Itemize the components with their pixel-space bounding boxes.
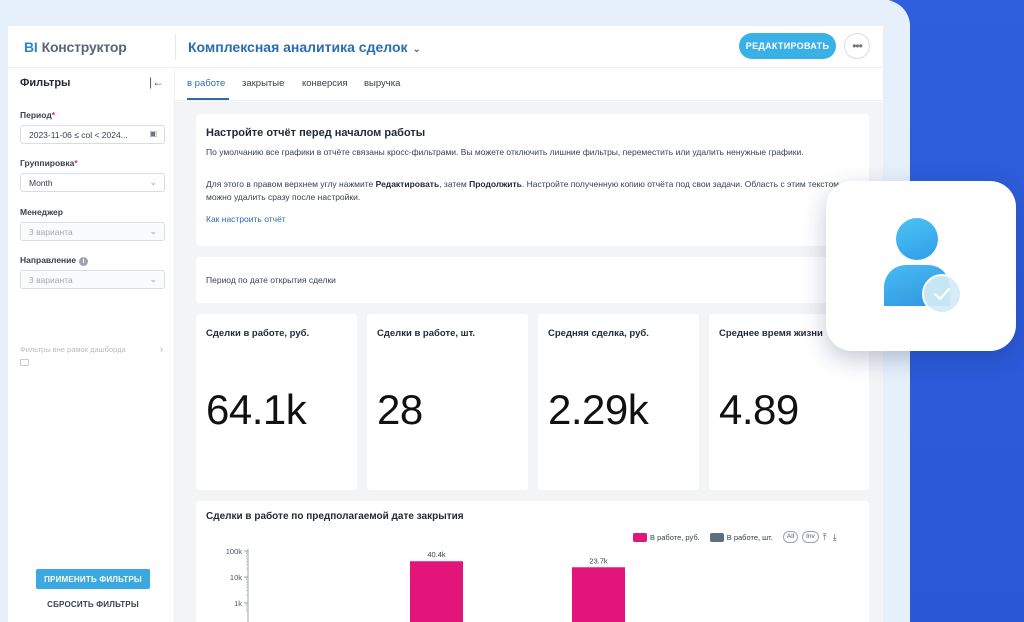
chevron-down-icon: ⌄ xyxy=(149,226,157,236)
direction-label-text: Направление xyxy=(20,255,77,265)
bar-data-label: 40.4k xyxy=(427,550,446,559)
dashboard-area: Настройте отчёт перед началом работы По … xyxy=(175,102,883,622)
logo-text: Конструктор xyxy=(41,39,127,55)
active-tab-indicator xyxy=(187,98,229,100)
kpi-value: 64.1k xyxy=(206,386,307,433)
intro-paragraph-2: Для этого в правом верхнем углу нажмите … xyxy=(206,178,856,204)
user-verified-icon xyxy=(896,218,938,260)
kpi-card: Сделки в работе, руб. 64.1k xyxy=(196,314,357,490)
tab-conversion[interactable]: конверсия xyxy=(302,78,348,89)
filters-sidebar: Фильтры |← Период* 2023-11-06 ≤ col < 20… xyxy=(8,69,175,622)
period-field[interactable]: 2023-11-06 ≤ col < 2024... ▣ xyxy=(20,125,165,144)
check-mark xyxy=(933,287,951,301)
collapse-left-icon[interactable]: |← xyxy=(149,75,164,89)
period-card-text: Период по дате открытия сделки xyxy=(206,275,336,285)
kpi-card: Средняя сделка, руб. 2.29k xyxy=(538,314,699,490)
period-label: Период* xyxy=(20,110,55,120)
chart-title: Сделки в работе по предполагаемой дате з… xyxy=(206,511,464,522)
y-tick-label: 10k xyxy=(230,573,242,582)
bar-data-label: 23.7k xyxy=(589,556,608,565)
tab-in-progress[interactable]: в работе xyxy=(187,78,225,89)
out-of-scope-label: Фильтры вне рамок дашборда xyxy=(20,345,126,354)
intro-bold-continue: Продолжить xyxy=(469,179,522,189)
manager-placeholder: 3 варианта xyxy=(29,227,73,237)
chevron-down-icon: ⌄ xyxy=(149,177,157,187)
chevron-down-icon: ⌄ xyxy=(412,44,421,55)
kpi-title: Сделки в работе, шт. xyxy=(377,328,476,339)
header-divider xyxy=(175,34,176,60)
filters-title: Фильтры xyxy=(20,77,71,89)
intro-title: Настройте отчёт перед началом работы xyxy=(206,127,426,139)
direction-placeholder: 3 варианта xyxy=(29,275,73,285)
info-icon[interactable]: i xyxy=(79,257,89,266)
edit-button[interactable]: РЕДАКТИРОВАТЬ xyxy=(739,33,836,59)
grouping-select[interactable]: Month ⌄ xyxy=(20,173,165,192)
top-bar: BI Конструктор Комплексная аналитика сдел… xyxy=(8,26,883,68)
chart-card: Сделки в работе по предполагаемой дате з… xyxy=(196,501,869,622)
app-window: BI Конструктор Комплексная аналитика сдел… xyxy=(8,26,883,622)
kpi-value: 2.29k xyxy=(548,386,649,433)
user-verified-badge xyxy=(826,181,1016,351)
grouping-label: Группировка* xyxy=(20,158,78,168)
tab-closed[interactable]: закрытые xyxy=(242,78,284,89)
intro-bold-edit: Редактировать xyxy=(375,179,440,189)
required-mark: * xyxy=(74,158,78,168)
tab-revenue[interactable]: выручка xyxy=(364,78,400,89)
kpi-value: 4.89 xyxy=(719,386,799,433)
bar-chart: 100k 10k 1k 40.4k 23.7k xyxy=(226,547,625,622)
intro-text: Для этого в правом верхнем углу нажмите xyxy=(206,179,376,189)
y-tick-label: 1k xyxy=(234,599,242,608)
calendar-icon[interactable]: ▣ xyxy=(149,129,157,138)
filter-box-icon xyxy=(20,359,29,366)
app-logo[interactable]: BI Конструктор xyxy=(24,39,127,55)
required-mark: * xyxy=(51,110,56,120)
ellipsis-icon[interactable]: ••• xyxy=(844,33,870,59)
out-of-scope-filters[interactable]: Фильтры вне рамок дашборда › xyxy=(20,344,165,354)
intro-paragraph-1: По умолчанию все графики в отчёте связан… xyxy=(206,147,804,157)
period-label-text: Период xyxy=(20,110,52,120)
report-title: Комплексная аналитика сделок xyxy=(188,39,408,55)
direction-label: Направление i xyxy=(20,255,89,266)
chevron-down-icon: ⌄ xyxy=(149,274,157,284)
grouping-value: Month xyxy=(29,178,53,188)
report-tabs: в работе закрытые конверсия выручка xyxy=(175,69,883,101)
chart-bar[interactable] xyxy=(572,567,625,622)
apply-filters-button[interactable]: ПРИМЕНИТЬ ФИЛЬТРЫ xyxy=(36,569,150,589)
manager-select[interactable]: 3 варианта ⌄ xyxy=(20,222,165,241)
intro-text: , затем xyxy=(439,179,470,189)
period-value: 2023-11-06 ≤ col < 2024... xyxy=(29,130,128,140)
direction-select[interactable]: 3 варианта ⌄ xyxy=(20,270,165,289)
y-tick-label: 100k xyxy=(226,547,243,556)
report-title-dropdown[interactable]: Комплексная аналитика сделок ⌄ xyxy=(188,39,421,55)
how-to-configure-link[interactable]: Как настроить отчёт xyxy=(206,214,286,224)
chevron-right-icon: › xyxy=(160,344,163,354)
kpi-title: Средняя сделка, руб. xyxy=(548,328,649,339)
period-card: Период по дате открытия сделки xyxy=(196,257,869,303)
kpi-value: 28 xyxy=(377,386,423,433)
reset-filters-button[interactable]: СБРОСИТЬ ФИЛЬТРЫ xyxy=(36,600,150,609)
chart-bar[interactable] xyxy=(410,561,463,622)
check-icon xyxy=(922,274,962,314)
kpi-title: Сделки в работе, руб. xyxy=(206,328,310,339)
kpi-card: Сделки в работе, шт. 28 xyxy=(367,314,528,490)
intro-card: Настройте отчёт перед началом работы По … xyxy=(196,114,869,246)
kpi-title: Среднее время жизни xyxy=(719,328,823,339)
grouping-label-text: Группировка xyxy=(20,158,75,168)
manager-label: Менеджер xyxy=(20,207,63,217)
logo-bi: BI xyxy=(24,39,38,55)
